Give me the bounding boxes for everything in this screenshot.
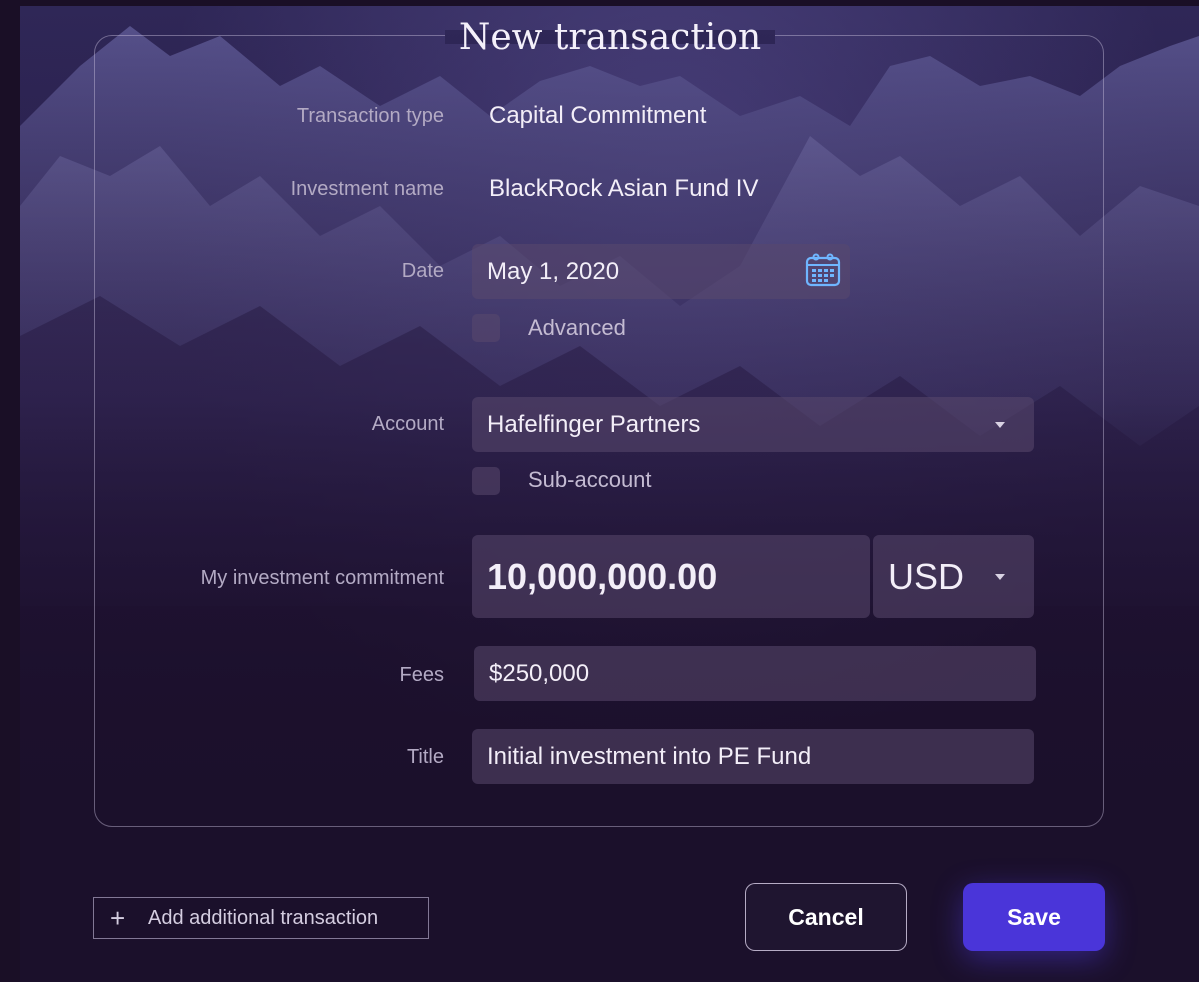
title-input[interactable]: Initial investment into PE Fund xyxy=(472,729,1034,784)
transaction-type-label: Transaction type xyxy=(296,105,444,127)
add-transaction-label: Add additional transaction xyxy=(148,906,379,929)
calendar-icon[interactable] xyxy=(805,252,841,288)
date-value: May 1, 2020 xyxy=(487,257,620,285)
chevron-down-icon[interactable] xyxy=(995,422,1005,428)
account-select[interactable]: Hafelfinger Partners xyxy=(472,397,1034,452)
cancel-button[interactable]: Cancel xyxy=(745,883,907,951)
save-button[interactable]: Save xyxy=(963,883,1105,951)
commitment-label: My investment commitment xyxy=(200,567,444,589)
currency-value: USD xyxy=(888,555,965,597)
transaction-type-value: Capital Commitment xyxy=(489,102,707,129)
fees-label: Fees xyxy=(399,664,444,686)
advanced-label: Advanced xyxy=(528,315,626,340)
currency-select[interactable]: USD xyxy=(873,535,1034,618)
add-additional-transaction-button[interactable]: + Add additional transaction xyxy=(93,897,429,939)
fees-value: $250,000 xyxy=(489,659,590,687)
account-value: Hafelfinger Partners xyxy=(487,410,701,438)
currency-chevron-down-icon[interactable] xyxy=(995,574,1005,580)
sub-account-checkbox[interactable] xyxy=(472,467,500,495)
commitment-amount-input[interactable]: 10,000,000.00 xyxy=(472,535,870,618)
date-label: Date xyxy=(401,260,444,282)
page-title: New transaction xyxy=(458,17,762,58)
investment-name-value: BlackRock Asian Fund IV xyxy=(489,175,759,202)
title-label: Title xyxy=(406,746,444,768)
title-value: Initial investment into PE Fund xyxy=(487,742,812,770)
advanced-checkbox[interactable] xyxy=(472,314,500,342)
plus-icon: + xyxy=(110,903,126,933)
date-input[interactable]: May 1, 2020 xyxy=(472,244,850,299)
fees-input[interactable]: $250,000 xyxy=(474,646,1036,701)
investment-name-label: Investment name xyxy=(290,178,444,200)
commitment-amount-value: 10,000,000.00 xyxy=(487,555,718,597)
background: New transaction Transaction type Capital… xyxy=(20,6,1199,982)
account-label: Account xyxy=(371,413,444,435)
sub-account-label: Sub-account xyxy=(528,467,652,492)
